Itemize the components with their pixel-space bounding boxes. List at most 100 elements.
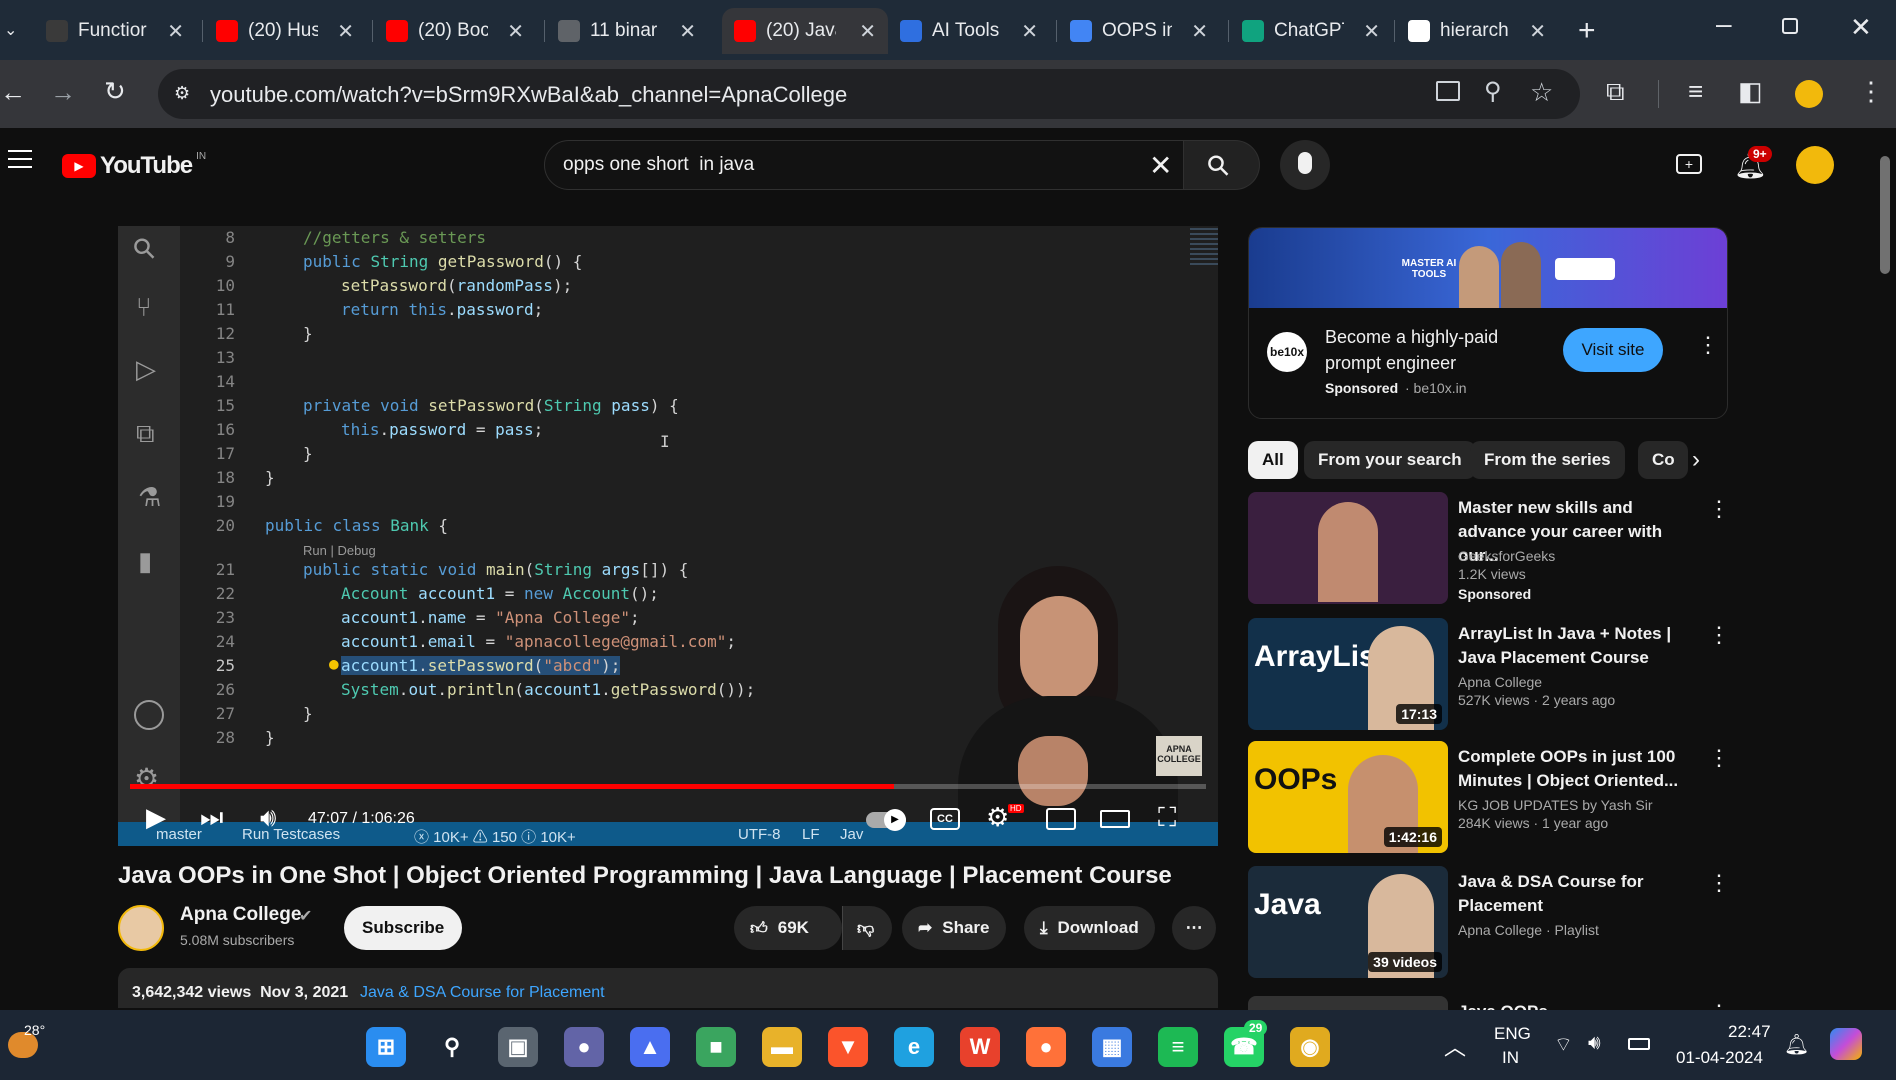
- download-button[interactable]: ⤓ Download: [1024, 906, 1155, 950]
- firefox-icon[interactable]: ●: [1026, 1027, 1066, 1067]
- create-video-icon[interactable]: +: [1676, 154, 1702, 174]
- clock-date[interactable]: 01-04-2024: [1676, 1048, 1763, 1068]
- ad-more-icon[interactable]: ⋮: [1697, 332, 1719, 358]
- language-region[interactable]: IN: [1502, 1048, 1519, 1068]
- windows-start-icon[interactable]: ⊞: [366, 1027, 406, 1067]
- url-text[interactable]: youtube.com/watch?v=bSrm9RXwBaI&ab_chann…: [210, 82, 847, 108]
- recommended-video[interactable]: Master new skills and advance your caree…: [1248, 492, 1730, 607]
- filter-chip[interactable]: All: [1248, 441, 1298, 479]
- browser-tab[interactable]: 11 binar ✕: [546, 8, 708, 54]
- voice-search-button[interactable]: [1280, 140, 1330, 190]
- media-controls-icon[interactable]: ≡: [1688, 78, 1703, 104]
- browser-tab[interactable]: (20) Hus ✕: [204, 8, 366, 54]
- video-thumbnail[interactable]: OOPs 1:42:16: [1248, 741, 1448, 853]
- close-tab-icon[interactable]: ✕: [1363, 19, 1380, 44]
- search-icon[interactable]: ⚲: [432, 1027, 472, 1067]
- recommended-title[interactable]: Java & DSA Course for Placement: [1458, 870, 1703, 918]
- ms-store-icon[interactable]: ▦: [1092, 1027, 1132, 1067]
- filter-chip[interactable]: From the series: [1470, 441, 1625, 479]
- close-tab-icon[interactable]: ✕: [679, 19, 696, 44]
- theater-mode-icon[interactable]: [1100, 810, 1130, 828]
- brave-icon[interactable]: ▼: [828, 1027, 868, 1067]
- recommended-video[interactable]: OOPs 1:42:16 Complete OOPs in just 100 Min…: [1248, 741, 1730, 856]
- filter-chip[interactable]: From your search: [1304, 441, 1476, 479]
- more-options-icon[interactable]: ⋮: [1708, 622, 1730, 648]
- battery-icon[interactable]: [1628, 1038, 1650, 1050]
- description-box[interactable]: 3,642,342 views Nov 3, 2021 Java & DSA C…: [118, 968, 1218, 1008]
- chrome-icon[interactable]: ◉: [1290, 1027, 1330, 1067]
- site-info-icon[interactable]: ⚙: [174, 83, 190, 104]
- settings-gear-icon[interactable]: ⚙: [986, 804, 1009, 830]
- browser-tab[interactable]: OOPS in ✕: [1058, 8, 1220, 54]
- video-thumbnail[interactable]: [1248, 996, 1448, 1010]
- account-avatar[interactable]: [1796, 146, 1834, 184]
- dislike-button[interactable]: 👎︎: [842, 906, 892, 950]
- progress-bar[interactable]: [130, 784, 1206, 789]
- share-button[interactable]: ➦ Share: [902, 906, 1006, 950]
- profile-avatar[interactable]: [1795, 80, 1823, 108]
- ad-banner[interactable]: MASTER AI TOOLS: [1249, 228, 1727, 308]
- video-player[interactable]: ⚲ ⑂ ▷ ⧉ ⚗ ▮ ⚙ I ● 8 //getters & setters 9 p…: [118, 226, 1218, 846]
- tab-search-dropdown-icon[interactable]: ⌄: [4, 20, 17, 40]
- more-options-icon[interactable]: ⋮: [1708, 870, 1730, 896]
- notification-bell-icon[interactable]: 🔔︎: [1784, 1032, 1809, 1057]
- browser-tab[interactable]: (20) Java ✕: [722, 8, 888, 54]
- search-button[interactable]: ⚲: [1184, 140, 1260, 190]
- recommended-channel[interactable]: GeeksforGeeks: [1458, 548, 1555, 564]
- zoom-icon[interactable]: ⚲: [1484, 77, 1502, 106]
- video-thumbnail[interactable]: [1248, 492, 1448, 604]
- clear-search-icon[interactable]: ✕: [1149, 149, 1172, 182]
- recommended-channel[interactable]: KG JOB UPDATES by Yash Sir: [1458, 797, 1653, 813]
- new-tab-button[interactable]: +: [1578, 14, 1596, 48]
- recommended-title[interactable]: ArrayList In Java + Notes | Java Placeme…: [1458, 622, 1703, 670]
- browser-tab[interactable]: (20) Boc ✕: [374, 8, 536, 54]
- address-bar[interactable]: ⚙ youtube.com/watch?v=bSrm9RXwBaI&ab_cha…: [158, 69, 1580, 119]
- browser-tab[interactable]: ChatGPT ✕: [1230, 8, 1392, 54]
- video-thumbnail[interactable]: ArrayList 17:13: [1248, 618, 1448, 730]
- channel-avatar[interactable]: [118, 905, 164, 951]
- close-tab-icon[interactable]: ✕: [859, 19, 876, 44]
- language-code[interactable]: ENG: [1494, 1024, 1531, 1044]
- miniplayer-icon[interactable]: [1046, 808, 1076, 830]
- browser-tab[interactable]: Functior ✕: [34, 8, 196, 54]
- recommended-video[interactable]: ArrayList 17:13 ArrayList In Java + Notes …: [1248, 618, 1730, 733]
- recommended-title[interactable]: Java OOPs: [1458, 1000, 1703, 1010]
- video-thumbnail[interactable]: Java 39 videos: [1248, 866, 1448, 978]
- reload-icon[interactable]: ↻: [104, 78, 126, 104]
- recommended-channel[interactable]: Apna College · Playlist: [1458, 922, 1599, 938]
- browser-tab[interactable]: AI Tools ✕: [888, 8, 1050, 54]
- task-view-icon[interactable]: ▣: [498, 1027, 538, 1067]
- fullscreen-icon[interactable]: ⛶: [1158, 804, 1176, 830]
- wps-icon[interactable]: W: [960, 1027, 1000, 1067]
- more-options-icon[interactable]: ⋮: [1708, 1000, 1728, 1010]
- volume-tray-icon[interactable]: 🔊︎: [1588, 1032, 1601, 1055]
- clock-time[interactable]: 22:47: [1728, 1022, 1771, 1042]
- playlist-link[interactable]: Java & DSA Course for Placement: [360, 984, 605, 1002]
- extensions-icon[interactable]: ⧉: [1606, 78, 1625, 104]
- more-options-icon[interactable]: ⋮: [1708, 745, 1730, 771]
- visit-site-button[interactable]: Visit site: [1563, 328, 1663, 372]
- edge-icon[interactable]: e: [894, 1027, 934, 1067]
- back-arrow-icon[interactable]: ←: [0, 79, 26, 105]
- wifi-icon[interactable]: ⌔: [1554, 1032, 1573, 1057]
- recommended-channel[interactable]: Apna College: [1458, 674, 1542, 690]
- ad-title[interactable]: Become a highly-paid prompt engineer: [1325, 324, 1525, 376]
- close-tab-icon[interactable]: ✕: [507, 19, 524, 44]
- browser-tab[interactable]: hierarch ✕: [1396, 8, 1558, 54]
- recommended-title[interactable]: Complete OOPs in just 100 Minutes | Obje…: [1458, 745, 1703, 793]
- restore-button[interactable]: [1782, 18, 1798, 34]
- sponsored-ad-card[interactable]: MASTER AI TOOLS be10x Become a highly-pa…: [1248, 227, 1728, 419]
- more-actions-button[interactable]: ⋯: [1172, 906, 1216, 950]
- search-input[interactable]: opps one short in java: [563, 154, 754, 176]
- filter-chip[interactable]: Co: [1638, 441, 1688, 479]
- minimize-button[interactable]: –: [1716, 8, 1732, 40]
- more-options-icon[interactable]: ⋮: [1708, 496, 1730, 522]
- youtube-logo[interactable]: ▶ YouTube IN: [62, 151, 206, 180]
- close-tab-icon[interactable]: ✕: [167, 19, 184, 44]
- like-button[interactable]: 👍︎ 69K: [734, 906, 842, 950]
- recommended-video[interactable]: Java OOPs ⋮: [1248, 996, 1728, 1010]
- arc-icon[interactable]: ▲: [630, 1027, 670, 1067]
- close-tab-icon[interactable]: ✕: [1529, 19, 1546, 44]
- file-explorer-icon[interactable]: ▬: [762, 1027, 802, 1067]
- search-box[interactable]: opps one short in java ✕: [544, 140, 1184, 190]
